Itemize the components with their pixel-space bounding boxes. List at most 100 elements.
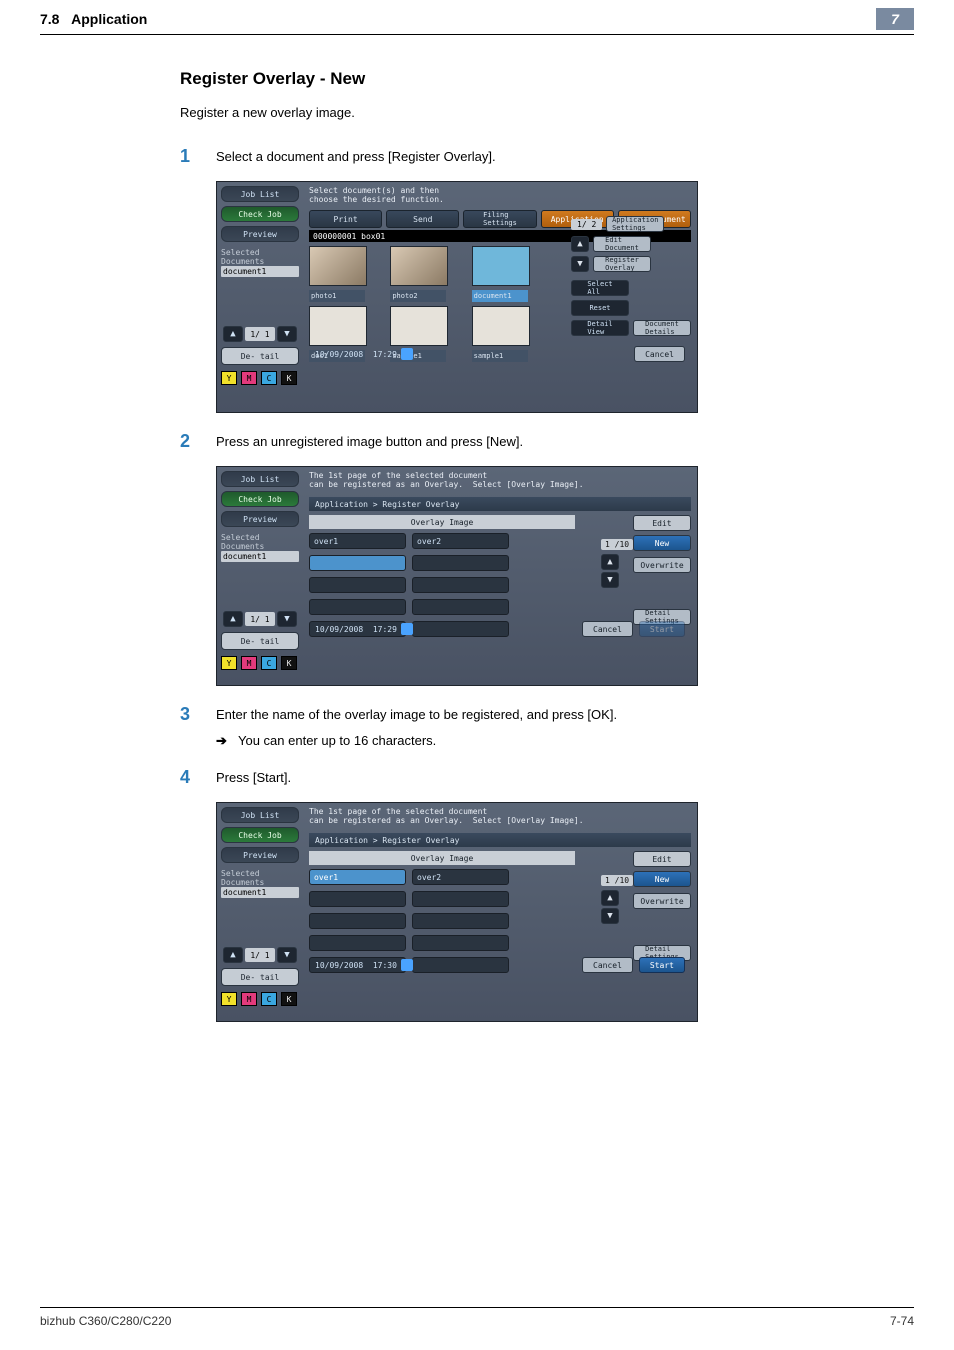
checkjob-button[interactable]: Check Job xyxy=(221,206,299,222)
checkjob-button-2[interactable]: Check Job xyxy=(221,491,299,507)
toner-c-icon-2: C xyxy=(261,656,277,670)
overlay-slot[interactable]: over1 xyxy=(309,869,406,885)
page-up-icon-3[interactable]: ▲ xyxy=(223,947,243,963)
footer-model: bizhub C360/C280/C220 xyxy=(40,1314,171,1328)
cancel-button-3[interactable]: Cancel xyxy=(582,957,633,973)
thumb-1-label: photo1 xyxy=(309,290,365,302)
thumb-4-image[interactable] xyxy=(309,306,367,346)
overlay-slot[interactable] xyxy=(309,577,406,593)
page-up-icon[interactable]: ▲ xyxy=(223,326,243,342)
hint-text-2: The 1st page of the selected document ca… xyxy=(309,471,691,495)
joblist-button-2[interactable]: Job List xyxy=(221,471,299,487)
step-4-num: 4 xyxy=(180,767,216,788)
page-count-3: 1/ 1 xyxy=(245,948,275,962)
breadcrumb-3: Application > Register Overlay xyxy=(309,833,691,847)
hint-text-3: The 1st page of the selected document ca… xyxy=(309,807,691,831)
overlay-slot[interactable] xyxy=(412,935,509,951)
screenshot-2: Job List Check Job Preview Selected Docu… xyxy=(216,466,698,686)
overlay-slot[interactable] xyxy=(309,891,406,907)
overlay-slot[interactable] xyxy=(309,935,406,951)
filing-tab[interactable]: Filing Settings xyxy=(463,210,536,228)
screenshot-3: Job List Check Job Preview Selected Docu… xyxy=(216,802,698,1022)
ov-down-icon-2[interactable]: ▼ xyxy=(601,572,619,588)
toner-y-icon-2: Y xyxy=(221,656,237,670)
toner-c-icon-3: C xyxy=(261,992,277,1006)
overlay-slot[interactable]: over1 xyxy=(309,533,406,549)
register-overlay-button[interactable]: Register Overlay xyxy=(593,256,651,272)
joblist-button-3[interactable]: Job List xyxy=(221,807,299,823)
overlay-slot[interactable] xyxy=(412,577,509,593)
preview-button-2[interactable]: Preview xyxy=(221,511,299,527)
step-1-text: Select a document and press [Register Ov… xyxy=(216,146,496,164)
page-title: Register Overlay - New xyxy=(180,69,874,89)
ov-up-icon-3[interactable]: ▲ xyxy=(601,890,619,906)
hint-text: Select document(s) and then choose the d… xyxy=(309,186,691,210)
ov-down-icon-3[interactable]: ▼ xyxy=(601,908,619,924)
overlay-title-2: Overlay Image xyxy=(309,515,575,529)
mem-icon-2 xyxy=(401,623,413,635)
new-button-3[interactable]: New xyxy=(633,871,691,887)
overlay-slot[interactable] xyxy=(412,891,509,907)
start-button-3[interactable]: Start xyxy=(639,957,685,973)
appsettings-button[interactable]: Application Settings xyxy=(606,216,664,232)
arrow-icon: ➔ xyxy=(216,733,238,749)
overlay-slot[interactable] xyxy=(412,913,509,929)
toner-m-icon-2: M xyxy=(241,656,257,670)
detailview-button[interactable]: Detail View xyxy=(571,320,629,336)
s3-time: 17:30 xyxy=(373,961,397,970)
edit-button-3[interactable]: Edit xyxy=(633,851,691,867)
detail-button[interactable]: De- tail xyxy=(221,347,299,365)
toner-c-icon: C xyxy=(261,371,277,385)
overlay-slot[interactable] xyxy=(309,599,406,615)
mem-icon-3 xyxy=(401,959,413,971)
toner-y-icon-3: Y xyxy=(221,992,237,1006)
ov-up-icon-2[interactable]: ▲ xyxy=(601,554,619,570)
checkjob-button-3[interactable]: Check Job xyxy=(221,827,299,843)
step-1-num: 1 xyxy=(180,146,216,167)
step-3-sub: You can enter up to 16 characters. xyxy=(238,733,436,748)
page-down-icon[interactable]: ▼ xyxy=(277,326,297,342)
step-4-text: Press [Start]. xyxy=(216,767,291,785)
docdetails-button[interactable]: Document Details xyxy=(633,320,691,336)
thumb-3-image[interactable] xyxy=(472,246,530,286)
overlay-slot[interactable] xyxy=(309,913,406,929)
thumb-6-image[interactable] xyxy=(472,306,530,346)
print-tab[interactable]: Print xyxy=(309,210,382,228)
selectall-button[interactable]: Select All xyxy=(571,280,629,296)
s1-date: 10/09/2008 xyxy=(315,350,363,359)
s2-date: 10/09/2008 xyxy=(315,625,363,634)
editdoc-button[interactable]: Edit Document xyxy=(593,236,651,252)
detail-button-3[interactable]: De- tail xyxy=(221,968,299,986)
thumb-1-image[interactable] xyxy=(309,246,367,286)
detail-button-2[interactable]: De- tail xyxy=(221,632,299,650)
edit-button-2[interactable]: Edit xyxy=(633,515,691,531)
selected-doc-2: document1 xyxy=(221,551,299,562)
joblist-button[interactable]: Job List xyxy=(221,186,299,202)
reset-button[interactable]: Reset xyxy=(571,300,629,316)
overlay-slot[interactable] xyxy=(309,555,406,571)
s1-time: 17:29 xyxy=(373,350,397,359)
page-down-icon-2[interactable]: ▼ xyxy=(277,611,297,627)
section-num: 7.8 xyxy=(40,11,59,27)
overwrite-button-3[interactable]: Overwrite xyxy=(633,893,691,909)
preview-button-3[interactable]: Preview xyxy=(221,847,299,863)
s1-up-icon[interactable]: ▲ xyxy=(571,236,589,252)
selected-docs-label: Selected Documents xyxy=(221,248,299,266)
send-tab[interactable]: Send xyxy=(386,210,459,228)
s1-down-icon[interactable]: ▼ xyxy=(571,256,589,272)
thumb-5-image[interactable] xyxy=(390,306,448,346)
breadcrumb-2: Application > Register Overlay xyxy=(309,497,691,511)
overlay-slot[interactable] xyxy=(412,599,509,615)
new-button-2[interactable]: New xyxy=(633,535,691,551)
overlay-slot[interactable]: over2 xyxy=(412,869,509,885)
intro-text: Register a new overlay image. xyxy=(180,105,874,120)
thumb-2-image[interactable] xyxy=(390,246,448,286)
preview-button[interactable]: Preview xyxy=(221,226,299,242)
cancel-button[interactable]: Cancel xyxy=(634,346,685,362)
page-down-icon-3[interactable]: ▼ xyxy=(277,947,297,963)
overlay-slot[interactable] xyxy=(412,555,509,571)
cancel-button-2[interactable]: Cancel xyxy=(582,621,633,637)
overwrite-button-2[interactable]: Overwrite xyxy=(633,557,691,573)
overlay-slot[interactable]: over2 xyxy=(412,533,509,549)
page-up-icon-2[interactable]: ▲ xyxy=(223,611,243,627)
